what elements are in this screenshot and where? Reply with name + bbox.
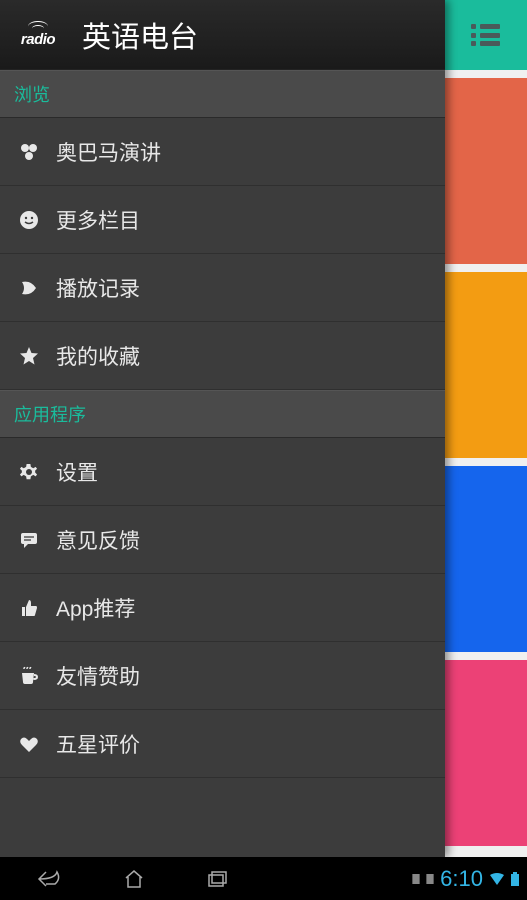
star-icon xyxy=(18,345,40,367)
android-nav-bar: 6:10 xyxy=(0,857,527,900)
menu-label: 更多栏目 xyxy=(56,205,140,235)
thumb-icon xyxy=(18,597,40,619)
back-button[interactable] xyxy=(36,865,64,893)
section-header-browse: 浏览 xyxy=(0,70,445,118)
menu-label: App推荐 xyxy=(56,593,135,623)
main-header[interactable] xyxy=(445,0,527,70)
clock-time: 6:10 xyxy=(440,866,483,892)
menu-label: 我的收藏 xyxy=(56,341,140,371)
heart-icon xyxy=(18,733,40,755)
menu-label: 播放记录 xyxy=(56,273,140,303)
menu-item-recommend[interactable]: App推荐 xyxy=(0,574,445,642)
status-icon xyxy=(426,874,434,884)
menu-item-settings[interactable]: 设置 xyxy=(0,438,445,506)
tile-item[interactable] xyxy=(445,466,527,652)
radio-waves-icon xyxy=(27,21,49,31)
gear-icon xyxy=(18,461,40,483)
status-icon xyxy=(412,874,420,884)
app-title: 英语电台 xyxy=(82,14,198,56)
menu-item-more[interactable]: 更多栏目 xyxy=(0,186,445,254)
leaf-icon xyxy=(18,277,40,299)
logo: radio xyxy=(10,15,66,55)
circles-icon xyxy=(18,141,40,163)
recent-button[interactable] xyxy=(204,865,232,893)
menu-label: 友情赞助 xyxy=(56,661,140,691)
tile-item[interactable] xyxy=(445,272,527,458)
section-header-apps: 应用程序 xyxy=(0,390,445,438)
menu-item-favorites[interactable]: 我的收藏 xyxy=(0,322,445,390)
menu-label: 设置 xyxy=(56,457,98,487)
menu-item-rate[interactable]: 五星评价 xyxy=(0,710,445,778)
wifi-icon xyxy=(489,872,505,886)
home-button[interactable] xyxy=(120,865,148,893)
tile-item[interactable] xyxy=(445,78,527,264)
menu-item-history[interactable]: 播放记录 xyxy=(0,254,445,322)
menu-item-obama[interactable]: 奥巴马演讲 xyxy=(0,118,445,186)
battery-icon xyxy=(511,872,519,886)
menu-item-donate[interactable]: 友情赞助 xyxy=(0,642,445,710)
cup-icon xyxy=(18,665,40,687)
logo-text: radio xyxy=(21,31,55,48)
tile-item[interactable] xyxy=(445,660,527,846)
main-content-peek xyxy=(445,0,527,857)
menu-label: 奥巴马演讲 xyxy=(56,137,161,167)
menu-label: 意见反馈 xyxy=(56,525,140,555)
app-header: radio 英语电台 xyxy=(0,0,445,70)
menu-label: 五星评价 xyxy=(56,729,140,759)
smile-icon xyxy=(18,209,40,231)
tile-grid xyxy=(445,70,527,857)
chat-icon xyxy=(18,529,40,551)
sidebar-drawer: radio 英语电台 浏览 奥巴马演讲 更多栏目 播放记录 xyxy=(0,0,445,857)
menu-item-feedback[interactable]: 意见反馈 xyxy=(0,506,445,574)
menu-toggle-icon xyxy=(471,24,501,46)
